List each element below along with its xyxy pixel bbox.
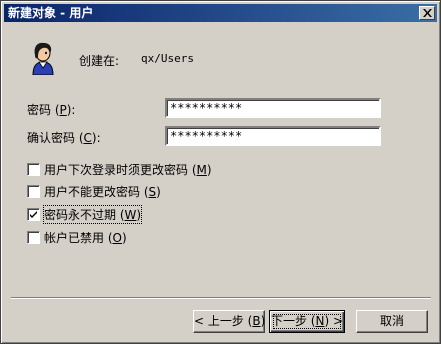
confirm-password-label: 确认密码 (C): xyxy=(27,131,101,145)
option-cannot-change-password[interactable]: 用户不能更改密码 (S) xyxy=(27,183,161,199)
option-account-disabled[interactable]: 帐户已禁用 (O) xyxy=(27,229,127,245)
close-button[interactable] xyxy=(419,6,435,20)
password-never-expires-checkbox[interactable] xyxy=(27,207,40,221)
must-change-password-label: 用户下次登录时须更改密码 (M) xyxy=(44,162,212,177)
new-user-dialog: 新建对象 - 用户 创建在: qx/Users 密码 (P): ********… xyxy=(0,0,441,344)
password-label: 密码 (P): xyxy=(27,103,76,117)
checkmark-icon xyxy=(30,210,37,218)
created-in-value: qx/Users xyxy=(141,52,194,65)
button-separator xyxy=(11,297,431,299)
password-never-expires-label: 密码永不过期 (W) xyxy=(42,204,143,224)
option-password-never-expires[interactable]: 密码永不过期 (W) xyxy=(27,204,143,224)
option-must-change-password[interactable]: 用户下次登录时须更改密码 (M) xyxy=(27,161,212,177)
cancel-button[interactable]: 取消 xyxy=(356,310,428,333)
cannot-change-password-checkbox[interactable] xyxy=(27,184,40,198)
password-input[interactable]: ********** xyxy=(165,98,381,118)
account-disabled-label: 帐户已禁用 (O) xyxy=(44,230,127,245)
focus-rect xyxy=(273,314,341,329)
must-change-password-checkbox[interactable] xyxy=(27,162,40,176)
next-button[interactable]: 下一步 (N) > xyxy=(269,310,345,333)
confirm-password-input[interactable]: ********** xyxy=(165,126,381,146)
created-in-label: 创建在: xyxy=(79,54,120,68)
account-disabled-checkbox[interactable] xyxy=(27,230,40,244)
user-icon xyxy=(32,42,54,75)
close-icon xyxy=(423,9,432,17)
title-bar[interactable]: 新建对象 - 用户 xyxy=(4,4,437,22)
cannot-change-password-label: 用户不能更改密码 (S) xyxy=(44,184,161,199)
back-button[interactable]: < 上一步 (B) xyxy=(193,310,265,333)
window-title: 新建对象 - 用户 xyxy=(8,6,94,20)
